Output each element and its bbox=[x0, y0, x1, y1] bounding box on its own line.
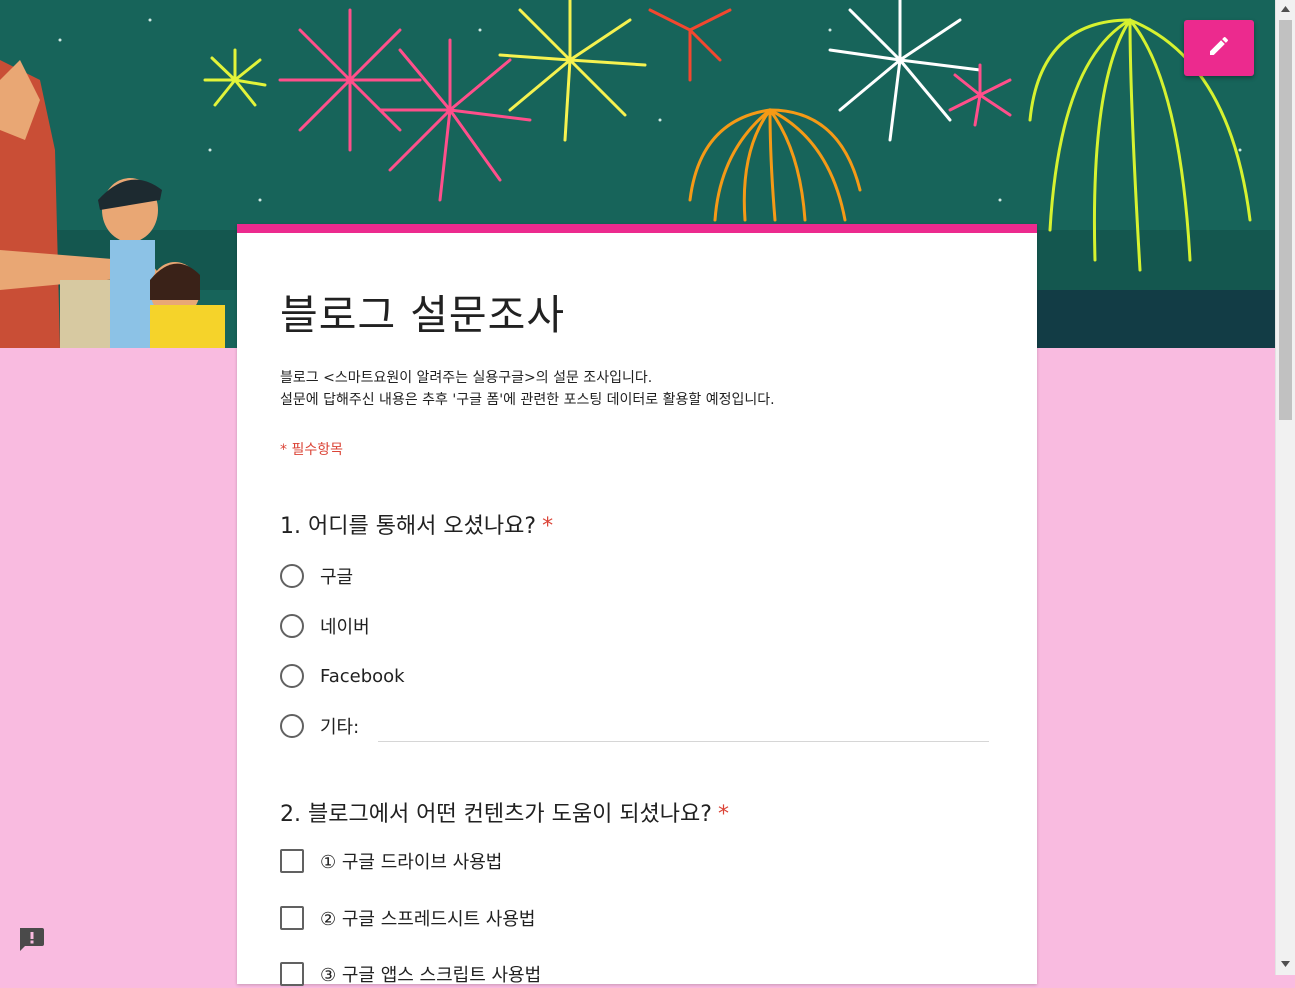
checkbox-option-spreadsheet[interactable]: ② 구글 스프레드시트 사용법 bbox=[280, 904, 535, 932]
option-label: 네이버 bbox=[320, 617, 370, 638]
form-description: 블로그 <스마트요원이 알려주는 실용구글>의 설문 조사입니다. 설문에 답해… bbox=[280, 367, 775, 411]
required-asterisk: * bbox=[717, 802, 729, 827]
question-title: 2. 블로그에서 어떤 컨텐츠가 도움이 되셨나요? * bbox=[280, 796, 729, 828]
scroll-down-arrow-icon[interactable] bbox=[1276, 955, 1295, 972]
other-text-input[interactable] bbox=[378, 715, 989, 742]
checkbox-option-apps-script[interactable]: ③ 구글 앱스 스크립트 사용법 bbox=[280, 960, 541, 988]
form-description-line: 설문에 답해주신 내용은 추후 '구글 폼'에 관련한 포스팅 데이터로 활용할… bbox=[280, 392, 775, 408]
option-label: ③ 구글 앱스 스크립트 사용법 bbox=[320, 965, 542, 986]
option-label: 구글 bbox=[320, 567, 354, 588]
radio-option-naver[interactable]: 네이버 bbox=[280, 612, 370, 640]
radio-option-other[interactable]: 기타: bbox=[280, 712, 359, 740]
checkbox[interactable] bbox=[280, 962, 304, 986]
radio-button[interactable] bbox=[280, 564, 304, 588]
radio-option-google[interactable]: 구글 bbox=[280, 562, 353, 590]
checkbox-option-drive[interactable]: ① 구글 드라이브 사용법 bbox=[280, 847, 502, 875]
option-label: ① 구글 드라이브 사용법 bbox=[320, 852, 503, 873]
question-title: 1. 어디를 통해서 오셨나요? * bbox=[280, 508, 553, 540]
form-description-line: 블로그 <스마트요원이 알려주는 실용구글>의 설문 조사입니다. bbox=[280, 370, 653, 386]
radio-button[interactable] bbox=[280, 664, 304, 688]
checkbox[interactable] bbox=[280, 906, 304, 930]
edit-button[interactable] bbox=[1184, 20, 1254, 76]
scrollbar-thumb[interactable] bbox=[1279, 20, 1292, 420]
option-label: Facebook bbox=[320, 665, 405, 687]
required-note: * 필수항목 bbox=[280, 442, 343, 458]
required-asterisk: * bbox=[542, 514, 554, 539]
form-card: 블로그 설문조사 블로그 <스마트요원이 알려주는 실용구글>의 설문 조사입니… bbox=[237, 224, 1037, 986]
vertical-scrollbar[interactable] bbox=[1275, 0, 1295, 975]
scroll-up-arrow-icon[interactable] bbox=[1276, 0, 1295, 17]
form-title: 블로그 설문조사 bbox=[280, 291, 566, 339]
pencil-icon bbox=[1207, 34, 1231, 62]
feedback-icon bbox=[17, 928, 45, 956]
radio-button[interactable] bbox=[280, 614, 304, 638]
checkbox[interactable] bbox=[280, 849, 304, 873]
radio-option-facebook[interactable]: Facebook bbox=[280, 662, 405, 690]
question-title-text: 2. 블로그에서 어떤 컨텐츠가 도움이 되셨나요? bbox=[280, 802, 712, 827]
report-abuse-button[interactable] bbox=[17, 926, 45, 952]
question-title-text: 1. 어디를 통해서 오셨나요? bbox=[280, 514, 537, 539]
radio-button[interactable] bbox=[280, 714, 304, 738]
option-label: 기타: bbox=[320, 717, 360, 738]
option-label: ② 구글 스프레드시트 사용법 bbox=[320, 909, 536, 930]
